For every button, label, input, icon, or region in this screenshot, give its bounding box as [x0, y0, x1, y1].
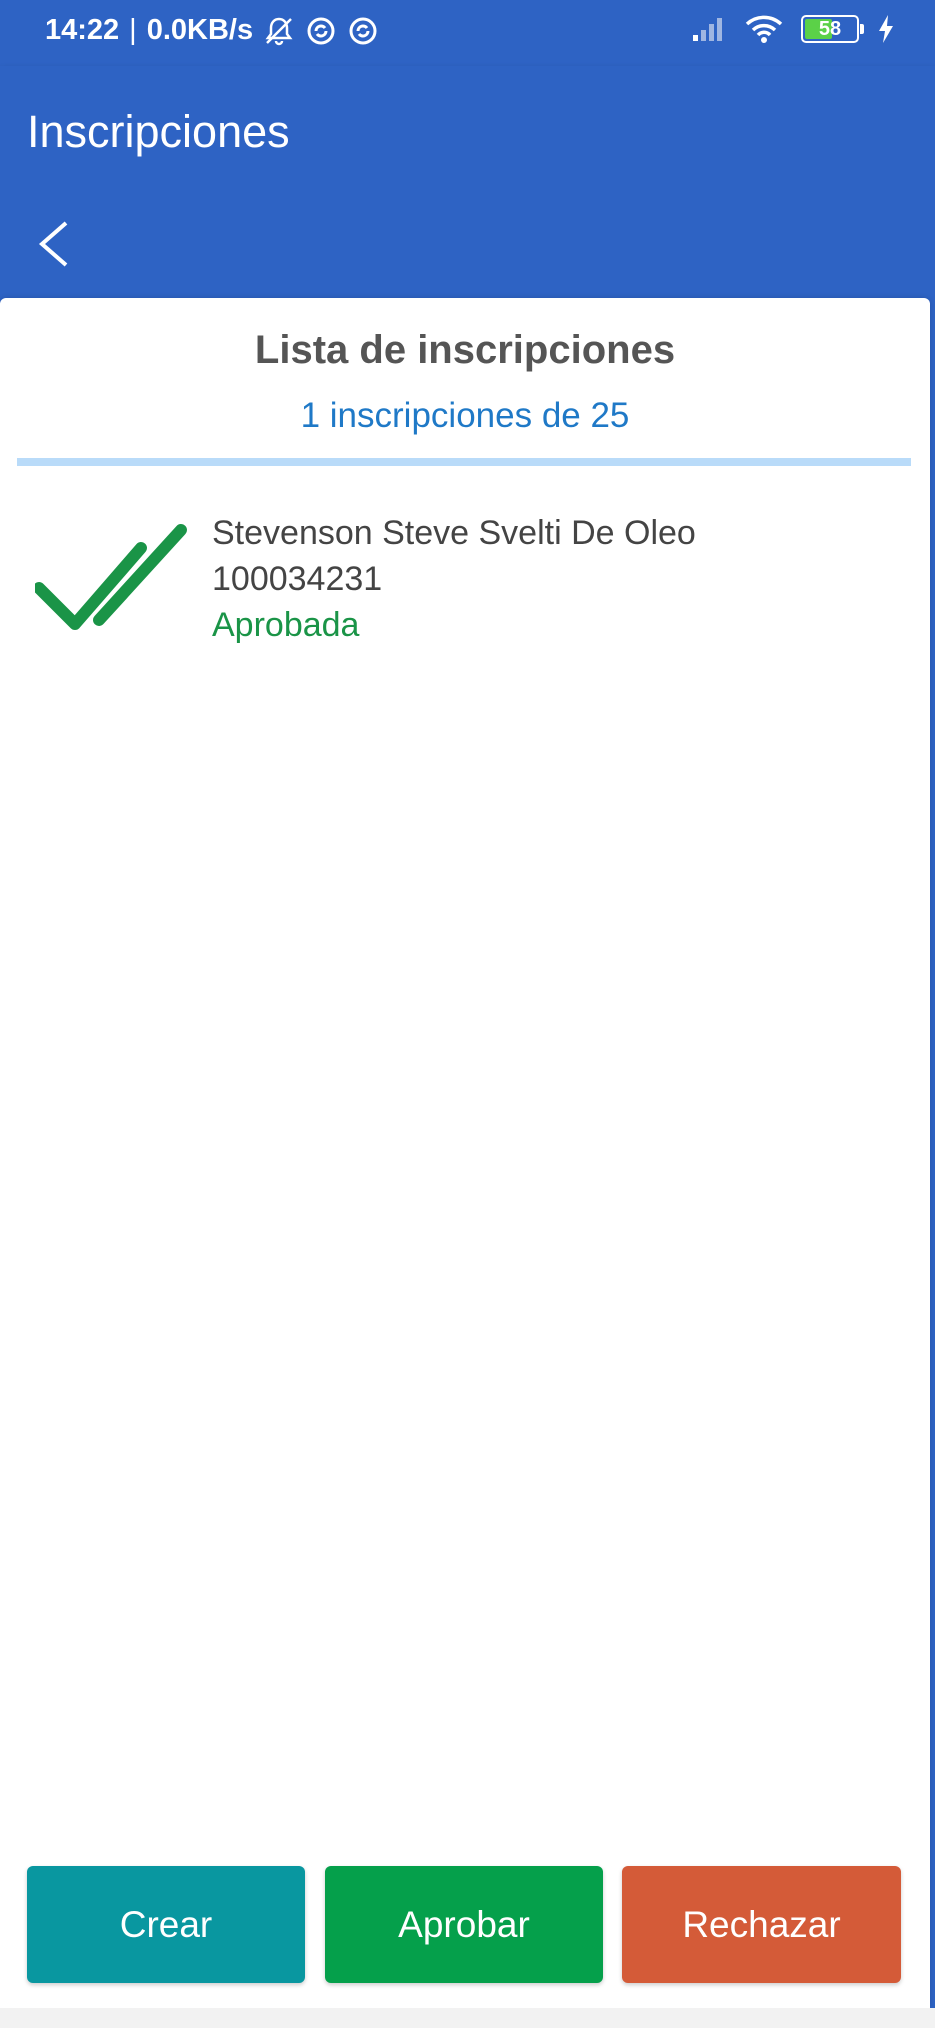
battery-level: 58 — [818, 18, 842, 40]
notifications-off-icon — [263, 15, 295, 47]
status-left: 14:22 | 0.0KB/s — [45, 14, 379, 47]
double-check-icon — [33, 520, 195, 645]
signal-icon — [691, 15, 727, 43]
navigation-bar — [0, 196, 935, 298]
wifi-icon — [745, 14, 783, 44]
list-item[interactable]: Stevenson Steve Svelti De Oleo 100034231… — [17, 510, 911, 660]
status-time: 14:22 — [45, 14, 120, 46]
inscription-id: 100034231 — [212, 560, 383, 598]
list-title: Lista de inscripciones — [254, 328, 676, 372]
sync-icon — [347, 15, 379, 47]
list-item-text: Stevenson Steve Svelti De Oleo 100034231… — [212, 510, 696, 648]
back-button[interactable] — [22, 214, 86, 278]
app-bar: Inscripciones — [0, 66, 935, 196]
network-speed: 0.0KB/s — [146, 14, 254, 46]
chevron-left-icon — [34, 219, 74, 274]
bottom-strip — [0, 2008, 935, 2028]
reject-button[interactable]: Rechazar — [622, 1866, 901, 1983]
screen: 14:22 | 0.0KB/s 58 Inscripciones Lista d… — [0, 0, 935, 2028]
approve-button[interactable]: Aprobar — [325, 1866, 603, 1983]
status-right: 58 — [691, 14, 895, 44]
status-bar: 14:22 | 0.0KB/s 58 — [0, 0, 935, 66]
page-title: Inscripciones — [27, 106, 290, 157]
status-separator: | — [129, 14, 137, 46]
create-button[interactable]: Crear — [27, 1866, 305, 1983]
list-count: 1 inscripciones de 25 — [300, 396, 630, 435]
content-card: Lista de inscripciones 1 inscripciones d… — [0, 298, 930, 2008]
battery-icon: 58 — [801, 15, 864, 43]
charging-icon — [877, 14, 895, 44]
sync-icon — [305, 15, 337, 47]
inscription-name: Stevenson Steve Svelti De Oleo — [212, 514, 696, 552]
divider — [17, 458, 911, 466]
inscription-status: Aprobada — [212, 606, 360, 644]
